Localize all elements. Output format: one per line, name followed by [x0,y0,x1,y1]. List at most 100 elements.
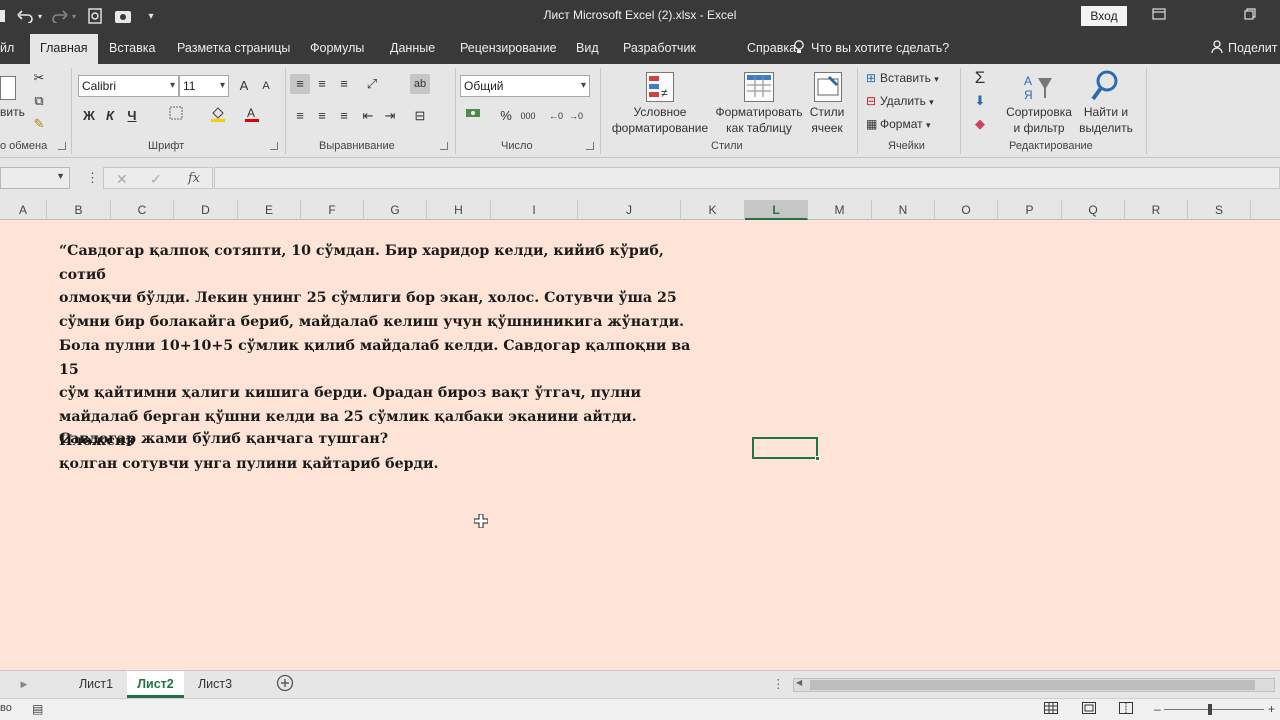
find-select-label[interactable]: Найти и выделить [1074,104,1138,136]
scroll-left-icon[interactable]: ◀ [796,678,802,687]
font-name-combo[interactable]: Calibri ▾ [78,75,179,97]
column-header-k[interactable]: K [681,200,745,220]
fill-handle[interactable] [815,456,820,461]
decrease-indent-icon[interactable]: ⇤ [358,106,378,126]
cut-icon[interactable]: ✂ [29,68,49,88]
scroll-sheets-right-icon[interactable]: ▶ [16,671,32,698]
format-painter-icon[interactable]: ✎ [29,114,49,134]
format-cells-button[interactable]: ▦ Формат ▾ [866,116,931,133]
insert-cells-button[interactable]: ⊞ Вставить ▾ [866,70,939,87]
format-as-table-icon[interactable] [744,72,774,102]
copy-icon[interactable]: ⧉ [29,91,49,111]
tab-help[interactable]: Справка [747,32,796,64]
insert-function-icon[interactable]: fx [188,168,200,190]
align-right-icon[interactable]: ≡ [334,106,354,126]
paste-icon[interactable] [0,76,16,100]
column-header-d[interactable]: D [174,200,238,220]
bold-button[interactable]: Ж [79,106,99,126]
wrap-text-icon[interactable]: ab [410,74,430,94]
fill-color-icon[interactable] [208,106,228,126]
column-header-p[interactable]: P [998,200,1062,220]
fill-icon[interactable]: ⬇ [970,91,990,111]
column-header-f[interactable]: F [301,200,364,220]
tab-insert[interactable]: Вставка [109,32,155,64]
merge-center-icon[interactable]: ⊟ [410,106,430,126]
clear-icon[interactable]: ◆ [970,114,990,134]
column-header-m[interactable]: M [808,200,872,220]
sign-in-button[interactable]: Вход [1081,6,1127,26]
paste-label[interactable]: вить [0,104,25,120]
font-color-icon[interactable]: A [242,106,262,126]
increase-indent-icon[interactable]: ⇥ [380,106,400,126]
column-header-a[interactable]: A [0,200,47,220]
tab-home[interactable]: Главная [30,34,98,64]
tab-developer[interactable]: Разработчик [623,32,696,64]
align-center-icon[interactable]: ≡ [312,106,332,126]
currency-format-icon[interactable] [463,106,483,126]
cell-styles-label[interactable]: Стили ячеек [804,104,850,136]
formula-input[interactable] [214,167,1280,189]
align-bottom-icon[interactable]: ≡ [334,74,354,94]
page-layout-view-icon[interactable] [1082,702,1096,718]
italic-button[interactable]: К [100,106,120,126]
zoom-out-icon[interactable]: – [1154,702,1161,718]
conditional-formatting-icon[interactable]: ≠ [646,72,674,102]
scrollbar-thumb[interactable] [810,680,1255,690]
clipboard-dialog-launcher-icon[interactable] [58,142,66,150]
sheet-tab-list3[interactable]: Лист3 [186,671,244,698]
increase-decimal-icon[interactable]: ←0 [546,106,566,126]
column-header-c[interactable]: C [111,200,174,220]
tab-review[interactable]: Рецензирование [460,32,557,64]
new-sheet-icon[interactable] [274,671,296,698]
font-dialog-launcher-icon[interactable] [270,142,278,150]
column-header-o[interactable]: O [935,200,998,220]
tab-view[interactable]: Вид [576,32,599,64]
normal-view-icon[interactable] [1044,702,1058,718]
worksheet-grid[interactable]: “Савдогар қалпоқ сотяпти, 10 сўмдан. Бир… [0,221,1280,670]
column-header-q[interactable]: Q [1062,200,1125,220]
ribbon-display-options-icon[interactable] [1149,6,1169,26]
zoom-in-icon[interactable]: + [1268,702,1275,718]
column-header-e[interactable]: E [238,200,301,220]
name-box[interactable]: ▼ [0,167,70,189]
orientation-icon[interactable]: ⤢ [362,74,382,94]
delete-cells-button[interactable]: ⊟ Удалить ▾ [866,93,934,110]
column-header-j[interactable]: J [578,200,681,220]
tab-page-layout[interactable]: Разметка страницы [177,32,290,64]
column-header-i[interactable]: I [491,200,578,220]
tell-me-box[interactable]: Что вы хотите сделать? [793,32,949,64]
zoom-slider[interactable] [1164,704,1264,715]
tab-data[interactable]: Данные [390,32,435,64]
decrease-font-icon[interactable]: A [256,76,276,96]
column-header-h[interactable]: H [427,200,491,220]
sheet-tab-list1[interactable]: Лист1 [66,671,126,698]
horizontal-scrollbar[interactable]: ◀ [793,678,1275,692]
restore-icon[interactable] [1240,6,1260,26]
tab-file[interactable]: йл [0,32,14,64]
alignment-dialog-launcher-icon[interactable] [440,142,448,150]
macro-record-icon[interactable]: ▤ [32,702,43,718]
column-header-b[interactable]: B [47,200,111,220]
active-cell-l[interactable] [752,437,820,461]
column-header-s[interactable]: S [1188,200,1251,220]
tab-splitter-icon[interactable]: ⋮ [772,671,785,698]
formula-options-icon[interactable]: ⋮ [86,167,99,189]
column-header-g[interactable]: G [364,200,427,220]
align-middle-icon[interactable]: ≡ [312,74,332,94]
number-dialog-launcher-icon[interactable] [586,142,594,150]
decrease-decimal-icon[interactable]: →0 [566,106,586,126]
sheet-tab-list2[interactable]: Лист2 [127,671,184,698]
sort-filter-icon[interactable]: АЯ [1022,72,1054,102]
share-button[interactable]: Поделит [1211,32,1278,64]
percent-button[interactable]: % [496,106,516,126]
find-select-icon[interactable] [1090,70,1120,102]
enter-icon[interactable]: ✓ [150,168,162,190]
font-size-combo[interactable]: 11 ▾ [179,75,229,97]
increase-font-icon[interactable]: A [234,76,254,96]
thousands-separator-button[interactable]: 000 [516,106,540,126]
conditional-formatting-label[interactable]: Условное форматирование [608,104,712,136]
align-top-icon[interactable]: ≡ [290,74,310,94]
page-break-view-icon[interactable] [1119,702,1133,718]
zoom-slider-thumb[interactable] [1208,704,1212,715]
number-format-combo[interactable]: Общий ▾ [460,75,590,97]
